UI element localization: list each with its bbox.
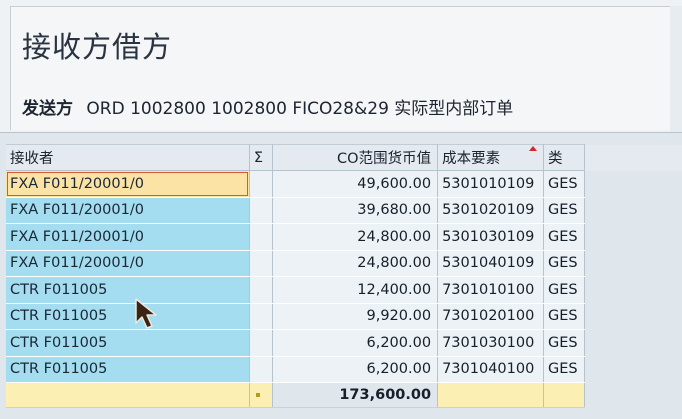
- row-fill: [584, 171, 682, 198]
- cell-sigma[interactable]: [249, 250, 273, 277]
- cell-type[interactable]: GES: [543, 250, 585, 277]
- cell-cost-element[interactable]: 7301040100: [437, 356, 545, 383]
- cell-value[interactable]: 39,680.00: [272, 197, 439, 224]
- sender-value: ORD 1002800 1002800 FICO28&29 实际型内部订单: [86, 99, 514, 119]
- total-row: 173,600.00: [6, 382, 682, 408]
- header-row: 接收者 Σ CO范围货币值 成本要素 类: [6, 144, 682, 171]
- header-fill: [584, 144, 682, 171]
- cell-value[interactable]: 9,920.00: [272, 303, 439, 330]
- cell-sigma[interactable]: [249, 329, 273, 357]
- cell-sigma[interactable]: [249, 356, 273, 383]
- cell-value[interactable]: 24,800.00: [272, 223, 439, 251]
- total-cost-element-cell: [437, 382, 545, 408]
- table-row[interactable]: CTR F011005 6,200.00 7301030100 GES: [6, 329, 682, 357]
- row-fill: [584, 356, 682, 383]
- cell-value[interactable]: 6,200.00: [272, 356, 439, 383]
- cell-value[interactable]: 12,400.00: [272, 276, 439, 304]
- row-fill: [584, 277, 682, 304]
- table-row[interactable]: CTR F011005 9,920.00 7301020100 GES: [6, 303, 682, 330]
- column-header-sigma[interactable]: Σ: [249, 144, 273, 171]
- header-panel: 接收方借方 发送方 ORD 1002800 1002800 FICO28&29 …: [0, 0, 682, 133]
- cell-cost-element[interactable]: 7301030100: [437, 329, 545, 357]
- cell-receiver[interactable]: FXA F011/20001/0: [6, 250, 250, 277]
- total-marker-icon: [255, 393, 260, 397]
- cell-cost-element[interactable]: 5301030109: [437, 223, 545, 251]
- cell-receiver[interactable]: FXA F011/20001/0: [6, 197, 250, 224]
- cell-value[interactable]: 24,800.00: [272, 250, 439, 277]
- cell-receiver[interactable]: CTR F011005: [6, 356, 250, 383]
- cell-type[interactable]: GES: [543, 356, 585, 383]
- cell-type[interactable]: GES: [543, 170, 585, 198]
- row-fill: [584, 224, 682, 251]
- cell-cost-element[interactable]: 7301010100: [437, 276, 545, 304]
- total-receiver-cell: [6, 382, 250, 408]
- column-header-receiver[interactable]: 接收者: [6, 144, 250, 171]
- sort-ascending-icon: [529, 146, 538, 151]
- column-header-type[interactable]: 类: [543, 144, 585, 171]
- total-type-cell: [543, 382, 585, 408]
- grid-body: FXA F011/20001/0 49,600.00 5301010109 GES FX…: [6, 170, 682, 408]
- cell-receiver[interactable]: FXA F011/20001/0: [6, 223, 250, 251]
- row-fill: [584, 330, 682, 357]
- column-header-cost-element-label: 成本要素: [442, 151, 501, 167]
- page-title: 接收方借方: [22, 30, 173, 64]
- table-row[interactable]: FXA F011/20001/0 49,600.00 5301010109 GES: [6, 170, 682, 198]
- cell-cost-element[interactable]: 5301010109: [437, 170, 545, 198]
- cell-sigma[interactable]: [249, 303, 273, 330]
- row-fill: [584, 383, 682, 408]
- cell-sigma[interactable]: [249, 170, 273, 198]
- column-header-cost-element[interactable]: 成本要素: [437, 144, 545, 171]
- cell-value[interactable]: 49,600.00: [272, 170, 439, 198]
- sap-screen: 接收方借方 发送方 ORD 1002800 1002800 FICO28&29 …: [0, 0, 682, 419]
- cell-cost-element[interactable]: 5301020109: [437, 197, 545, 224]
- sender-row: 发送方 ORD 1002800 1002800 FICO28&29 实际型内部订…: [22, 94, 513, 119]
- cell-receiver[interactable]: CTR F011005: [6, 329, 250, 357]
- table-row[interactable]: CTR F011005 12,400.00 7301010100 GES: [6, 276, 682, 304]
- cell-cost-element[interactable]: 7301020100: [437, 303, 545, 330]
- row-fill: [584, 250, 682, 277]
- cell-type[interactable]: GES: [543, 276, 585, 304]
- cell-cost-element[interactable]: 5301040109: [437, 250, 545, 277]
- row-fill: [584, 197, 682, 224]
- table-row[interactable]: FXA F011/20001/0 39,680.00 5301020109 GES: [6, 197, 682, 224]
- total-value: 173,600.00: [272, 382, 439, 408]
- total-marker-cell: [249, 382, 273, 408]
- cell-receiver[interactable]: FXA F011/20001/0: [6, 170, 250, 198]
- cell-type[interactable]: GES: [543, 223, 585, 251]
- header-edge: [670, 6, 682, 132]
- table-row[interactable]: FXA F011/20001/0 24,800.00 5301030109 GES: [6, 223, 682, 251]
- receiver-table: 接收者 Σ CO范围货币值 成本要素 类 FXA F011/20001/0 49,…: [6, 144, 682, 408]
- sender-label: 发送方: [22, 99, 73, 119]
- cell-type[interactable]: GES: [543, 329, 585, 357]
- cell-sigma[interactable]: [249, 276, 273, 304]
- table-row[interactable]: CTR F011005 6,200.00 7301040100 GES: [6, 356, 682, 383]
- cell-sigma[interactable]: [249, 197, 273, 224]
- table-row[interactable]: FXA F011/20001/0 24,800.00 5301040109 GES: [6, 250, 682, 277]
- cell-value[interactable]: 6,200.00: [272, 329, 439, 357]
- cell-type[interactable]: GES: [543, 303, 585, 330]
- column-header-value[interactable]: CO范围货币值: [272, 144, 439, 171]
- cell-sigma[interactable]: [249, 223, 273, 251]
- alv-grid: 接收者 Σ CO范围货币值 成本要素 类 FXA F011/20001/0 49,…: [6, 144, 682, 419]
- cell-type[interactable]: GES: [543, 197, 585, 224]
- row-fill: [584, 303, 682, 330]
- cell-receiver[interactable]: CTR F011005: [6, 303, 250, 330]
- cell-receiver[interactable]: CTR F011005: [6, 276, 250, 304]
